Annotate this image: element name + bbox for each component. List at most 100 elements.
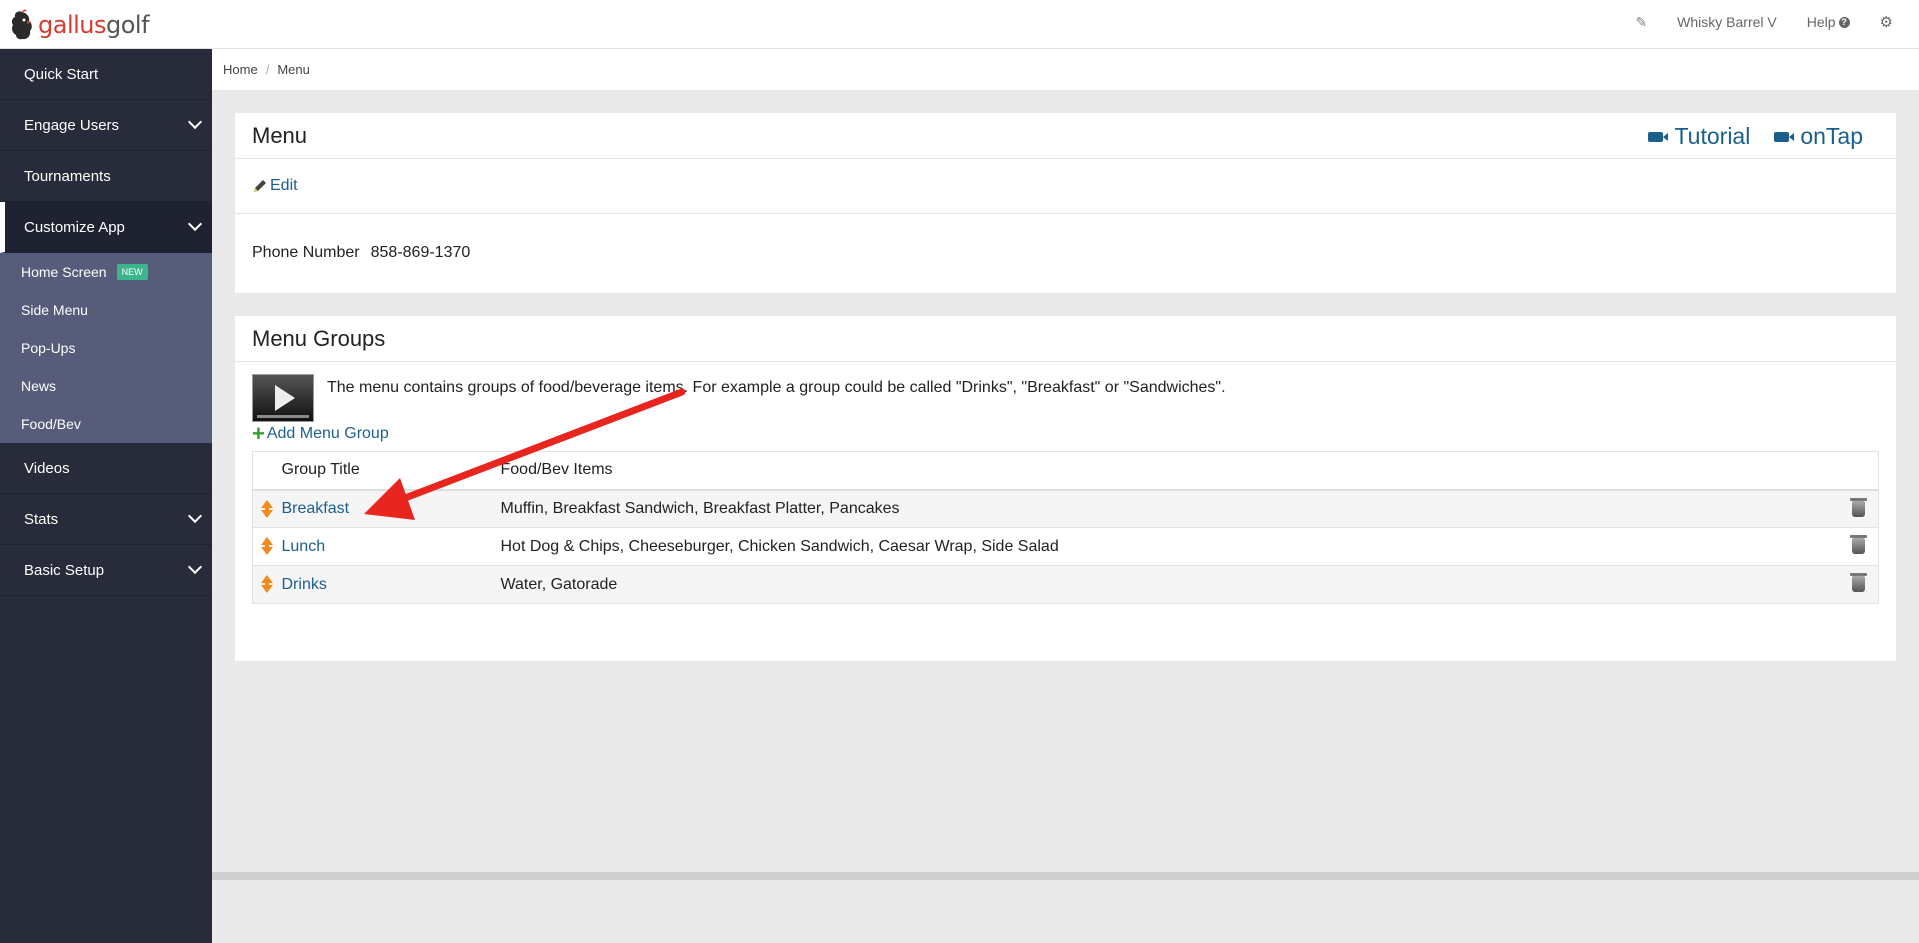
sidebar-item-label: Tournaments [24, 167, 111, 185]
sidebar-item-label: Stats [24, 510, 59, 528]
trash-icon [1849, 573, 1867, 593]
new-badge: NEW [116, 264, 148, 280]
account-name: Whisky Barrel V [1677, 14, 1777, 30]
food-bev-items-header: Food/Bev Items [500, 451, 1839, 491]
sidebar-item-label: Videos [24, 459, 70, 477]
sidebar-item-label: Quick Start [24, 65, 99, 83]
menu-groups-body: The menu contains groups of food/beverag… [235, 362, 1896, 642]
sidebar-item-customize-app[interactable]: Customize App [0, 202, 212, 253]
sidebar-item-videos[interactable]: Videos [0, 443, 212, 494]
sidebar-item-tournaments[interactable]: Tournaments [0, 151, 212, 202]
top-bar: gallusgolf ✎ Whisky Barrel V Help? ⚙ [0, 0, 1919, 49]
tutorial-link[interactable]: Tutorial [1648, 123, 1750, 150]
menu-panel: Menu Tutorial onTap Edit Phone Number 85… [235, 113, 1896, 293]
sort-arrows-icon [261, 537, 274, 556]
customize-app-submenu: Home Screen NEW Side Menu Pop-Ups News Fo… [0, 253, 212, 443]
chevron-down-icon [187, 216, 203, 232]
chevron-down-icon [187, 508, 203, 524]
play-icon [275, 385, 295, 411]
menu-panel-header: Menu Tutorial onTap [235, 113, 1896, 159]
pencil-icon [254, 180, 266, 192]
group-link-breakfast[interactable]: Breakfast [282, 500, 350, 517]
help-label: Help [1806, 14, 1836, 30]
wand-button[interactable]: ✎ [1635, 14, 1647, 31]
delete-button[interactable] [1838, 489, 1879, 528]
delete-button[interactable] [1838, 565, 1879, 604]
gear-icon: ⚙ [1879, 14, 1893, 31]
ontap-link[interactable]: onTap [1774, 123, 1863, 150]
submenu-item-news[interactable]: News [0, 367, 212, 405]
group-title-header: Group Title [281, 451, 501, 491]
group-items: Hot Dog & Chips, Cheeseburger, Chicken S… [500, 527, 1839, 566]
group-link-lunch[interactable]: Lunch [282, 538, 326, 555]
sidebar-item-basic-setup[interactable]: Basic Setup [0, 545, 212, 596]
table-header-row: Group Title Food/Bev Items [252, 451, 1879, 491]
trash-icon [1849, 497, 1867, 517]
delete-button[interactable] [1838, 527, 1879, 566]
add-menu-group-label: Add Menu Group [266, 425, 389, 442]
edit-row: Edit [235, 159, 1896, 214]
chevron-down-icon [187, 114, 203, 130]
video-camera-icon [1774, 131, 1795, 142]
brand-part-golf: golf [106, 11, 150, 39]
settings-button[interactable]: ⚙ [1880, 13, 1893, 31]
edit-label: Edit [270, 177, 298, 194]
breadcrumb-separator: / [265, 62, 270, 77]
page-title: Menu [252, 122, 308, 148]
top-right-controls: ✎ Whisky Barrel V Help? ⚙ [1635, 0, 1919, 44]
menu-groups-panel: Menu Groups The menu contains groups of … [235, 316, 1896, 661]
sort-column-header [252, 451, 282, 491]
rooster-icon [11, 9, 32, 40]
submenu-item-label: News [21, 378, 57, 394]
sidebar: Quick Start Engage Users Tournaments Cus… [0, 49, 212, 943]
video-progress-bar [257, 415, 309, 418]
video-links: Tutorial onTap [1624, 123, 1863, 150]
breadcrumb: Home / Menu [212, 49, 1919, 90]
submenu-item-label: Home Screen [21, 264, 107, 280]
gallus-golf-logo[interactable]: gallusgolf [8, 8, 150, 42]
submenu-item-pop-ups[interactable]: Pop-Ups [0, 329, 212, 367]
menu-groups-table: Group Title Food/Bev Items Breakfast Muf… [252, 451, 1879, 604]
submenu-item-side-menu[interactable]: Side Menu [0, 291, 212, 329]
phone-label: Phone Number [252, 244, 360, 261]
sidebar-item-engage-users[interactable]: Engage Users [0, 100, 212, 151]
ontap-label: onTap [1800, 123, 1863, 149]
sort-arrows-icon [261, 499, 274, 518]
description-text: The menu contains groups of food/beverag… [327, 379, 1226, 396]
help-button[interactable]: Help? [1807, 14, 1850, 30]
table-row: Lunch Hot Dog & Chips, Cheeseburger, Chi… [252, 527, 1879, 566]
group-items: Water, Gatorade [500, 565, 1839, 604]
brand-name: gallusgolf [38, 11, 150, 39]
description-row: The menu contains groups of food/beverag… [252, 374, 1879, 422]
main-content: Home / Menu Menu Tutorial onTap Edit Pho… [212, 49, 1919, 943]
sort-handle[interactable] [252, 489, 282, 528]
sidebar-item-label: Basic Setup [24, 561, 105, 579]
question-circle-icon: ? [1838, 16, 1850, 28]
sidebar-item-stats[interactable]: Stats [0, 494, 212, 545]
sort-handle[interactable] [252, 565, 282, 604]
sidebar-item-quick-start[interactable]: Quick Start [0, 49, 212, 100]
add-menu-group-link[interactable]: + Add Menu Group [252, 422, 1879, 446]
phone-value: 858-869-1370 [370, 244, 471, 261]
tutorial-label: Tutorial [1674, 123, 1751, 149]
submenu-item-food-bev[interactable]: Food/Bev [0, 405, 212, 443]
submenu-item-label: Side Menu [21, 302, 88, 318]
submenu-item-home-screen[interactable]: Home Screen NEW [0, 253, 212, 291]
edit-link[interactable]: Edit [252, 177, 298, 195]
trash-icon [1849, 535, 1867, 555]
account-menu[interactable]: Whisky Barrel V [1677, 14, 1777, 30]
group-link-drinks[interactable]: Drinks [282, 576, 327, 593]
sort-handle[interactable] [252, 527, 282, 566]
sort-arrows-icon [261, 575, 274, 594]
group-items: Muffin, Breakfast Sandwich, Breakfast Pl… [500, 489, 1839, 528]
chevron-down-icon [187, 559, 203, 575]
breadcrumb-home-link[interactable]: Home [223, 62, 258, 77]
sidebar-item-label: Customize App [24, 218, 125, 236]
breadcrumb-current: Menu [277, 62, 310, 77]
video-thumbnail[interactable] [252, 374, 314, 422]
table-row: Drinks Water, Gatorade [252, 565, 1879, 604]
menu-groups-header: Menu Groups [235, 316, 1896, 362]
submenu-item-label: Food/Bev [21, 416, 81, 432]
brand-part-gallus: gallus [38, 11, 107, 39]
footer-divider [212, 872, 1919, 880]
